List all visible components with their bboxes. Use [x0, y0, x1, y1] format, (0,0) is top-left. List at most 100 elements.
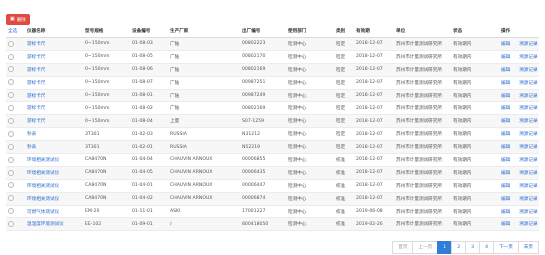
- instrument-name-link[interactable]: 秒表: [27, 132, 36, 137]
- edit-link[interactable]: 编辑: [501, 158, 510, 163]
- instrument-name-link[interactable]: 环境相关测试仪: [27, 158, 59, 163]
- instrument-name-link[interactable]: 秒表: [27, 145, 36, 150]
- calibration-record-link[interactable]: 溯源记录: [519, 106, 537, 111]
- edit-link[interactable]: 编辑: [501, 94, 510, 99]
- calibration-record-link[interactable]: 溯源记录: [519, 158, 537, 163]
- row-select-cell: [6, 140, 25, 155]
- pager-last-button[interactable]: 末页: [517, 241, 539, 254]
- calibration-record-link[interactable]: 溯源记录: [519, 42, 537, 47]
- column-header-category: 类别: [334, 25, 354, 38]
- edit-link[interactable]: 编辑: [501, 119, 510, 124]
- instrument-name-link[interactable]: 游标卡尺: [27, 119, 45, 124]
- cell-department: 检测中心: [286, 217, 334, 232]
- cell-actions: 编辑 溯源记录: [499, 127, 539, 142]
- cell-department: 检测中心: [286, 89, 334, 103]
- row-checkbox[interactable]: [8, 40, 14, 47]
- edit-link[interactable]: 编辑: [501, 210, 510, 215]
- calibration-record-link[interactable]: 溯源记录: [519, 210, 537, 215]
- calibration-record-link[interactable]: 溯源记录: [519, 132, 537, 137]
- cell-actions: 编辑 溯源记录: [499, 89, 539, 103]
- instrument-name-link[interactable]: 游标卡尺: [27, 106, 45, 111]
- instrument-name-link[interactable]: 游标卡尺: [27, 94, 45, 99]
- calibration-record-link[interactable]: 溯源记录: [519, 197, 537, 202]
- edit-link[interactable]: 编辑: [501, 42, 510, 47]
- calibration-record-link[interactable]: 溯源记录: [519, 55, 537, 60]
- table-row: 游标卡尺 0~150mm 01-08-05 广陆 00802170 检测中心 检定 2018-…: [6, 50, 539, 64]
- cell-status: 有效期内: [451, 140, 499, 155]
- row-checkbox[interactable]: [8, 53, 14, 60]
- row-checkbox[interactable]: [8, 92, 14, 99]
- calibration-record-link[interactable]: 溯源记录: [519, 222, 537, 227]
- pager-next-button[interactable]: 下一页: [493, 241, 519, 254]
- row-checkbox[interactable]: [8, 156, 14, 163]
- cell-actions: 编辑 溯源记录: [499, 179, 539, 193]
- edit-link[interactable]: 编辑: [501, 55, 510, 60]
- row-checkbox[interactable]: [8, 118, 14, 125]
- calibration-record-link[interactable]: 溯源记录: [519, 68, 537, 73]
- delete-button[interactable]: ▣ 删除: [6, 14, 30, 25]
- select-all-toggle[interactable]: 全选: [6, 25, 25, 38]
- cell-category: 检定: [334, 89, 354, 103]
- pager-page-1[interactable]: 1: [437, 241, 453, 254]
- calibration-record-link[interactable]: 溯源记录: [519, 81, 537, 86]
- instrument-name-link[interactable]: 环境相关测试仪: [27, 197, 59, 202]
- cell-manufacturer: 广陆: [168, 50, 240, 64]
- column-header-serial: 出厂编号: [240, 25, 286, 38]
- cell-device-no: 01-04-05: [130, 166, 168, 180]
- cell-unit: 苏州市计量测试研究所: [394, 114, 451, 129]
- pager-first-button[interactable]: 首页: [392, 241, 414, 254]
- table-row: 游标卡尺 0~150mm 01-08-02 广陆 00802169 检测中心 检定 2018-…: [6, 101, 539, 116]
- row-checkbox[interactable]: [8, 182, 14, 189]
- edit-link[interactable]: 编辑: [501, 222, 510, 227]
- cell-category: 检定: [334, 140, 354, 155]
- edit-link[interactable]: 编辑: [501, 132, 510, 137]
- edit-link[interactable]: 编辑: [501, 106, 510, 111]
- cell-status: 有效期内: [451, 101, 499, 116]
- row-checkbox[interactable]: [8, 130, 14, 137]
- cell-status: 有效期内: [451, 50, 499, 64]
- pager-prev-button[interactable]: 上一页: [412, 241, 439, 254]
- pager-page-3[interactable]: 3: [465, 241, 481, 254]
- edit-link[interactable]: 编辑: [501, 171, 510, 176]
- row-checkbox[interactable]: [8, 79, 14, 86]
- row-checkbox[interactable]: [8, 221, 14, 228]
- calibration-record-link[interactable]: 溯源记录: [519, 171, 537, 176]
- instrument-name-link[interactable]: 环境相关测试仪: [27, 184, 59, 189]
- edit-link[interactable]: 编辑: [501, 68, 510, 73]
- instrument-name-link[interactable]: 可燃气体测试仪: [27, 210, 59, 215]
- calibration-record-link[interactable]: 溯源记录: [519, 94, 537, 99]
- row-checkbox[interactable]: [8, 66, 14, 73]
- instrument-name-link[interactable]: 游标卡尺: [27, 81, 45, 86]
- edit-link[interactable]: 编辑: [501, 184, 510, 189]
- instrument-name-link[interactable]: 温湿度环境测试仪: [27, 222, 64, 227]
- cell-name: 环境相关测试仪: [25, 192, 83, 206]
- table-body: 游标卡尺 0~150mm 01-08-03 广陆 00802223 检测中心 检定 2018-…: [6, 37, 539, 232]
- edit-link[interactable]: 编辑: [501, 145, 510, 150]
- row-checkbox[interactable]: [8, 208, 14, 215]
- calibration-record-link[interactable]: 溯源记录: [519, 119, 537, 124]
- calibration-record-link[interactable]: 溯源记录: [519, 184, 537, 189]
- row-checkbox[interactable]: [8, 143, 14, 150]
- instrument-name-link[interactable]: 环境相关测试仪: [27, 171, 59, 176]
- cell-serial: 00987249: [240, 89, 286, 103]
- instrument-name-link[interactable]: 游标卡尺: [27, 42, 45, 47]
- row-select-cell: [6, 127, 25, 142]
- instrument-name-link[interactable]: 游标卡尺: [27, 55, 45, 60]
- row-checkbox[interactable]: [8, 105, 14, 112]
- pager-page-2[interactable]: 2: [451, 241, 467, 254]
- row-checkbox[interactable]: [8, 195, 14, 202]
- row-select-cell: [6, 179, 25, 193]
- cell-valid-until: 2018-12-07: [354, 63, 394, 77]
- cell-unit: 苏州市计量测试研究所: [394, 192, 451, 206]
- pager-page-4[interactable]: 4: [479, 241, 494, 254]
- edit-link[interactable]: 编辑: [501, 197, 510, 202]
- cell-unit: 苏州市计量测试研究所: [394, 50, 451, 64]
- cell-manufacturer: RUSSIA: [168, 127, 240, 142]
- calibration-record-link[interactable]: 溯源记录: [519, 145, 537, 150]
- cell-valid-until: 2018-12-07: [354, 127, 394, 142]
- edit-link[interactable]: 编辑: [501, 81, 510, 86]
- instrument-name-link[interactable]: 游标卡尺: [27, 68, 45, 73]
- column-header-department: 使用部门: [286, 25, 334, 38]
- cell-valid-until: 2019-06-08: [354, 205, 394, 219]
- row-checkbox[interactable]: [8, 169, 14, 176]
